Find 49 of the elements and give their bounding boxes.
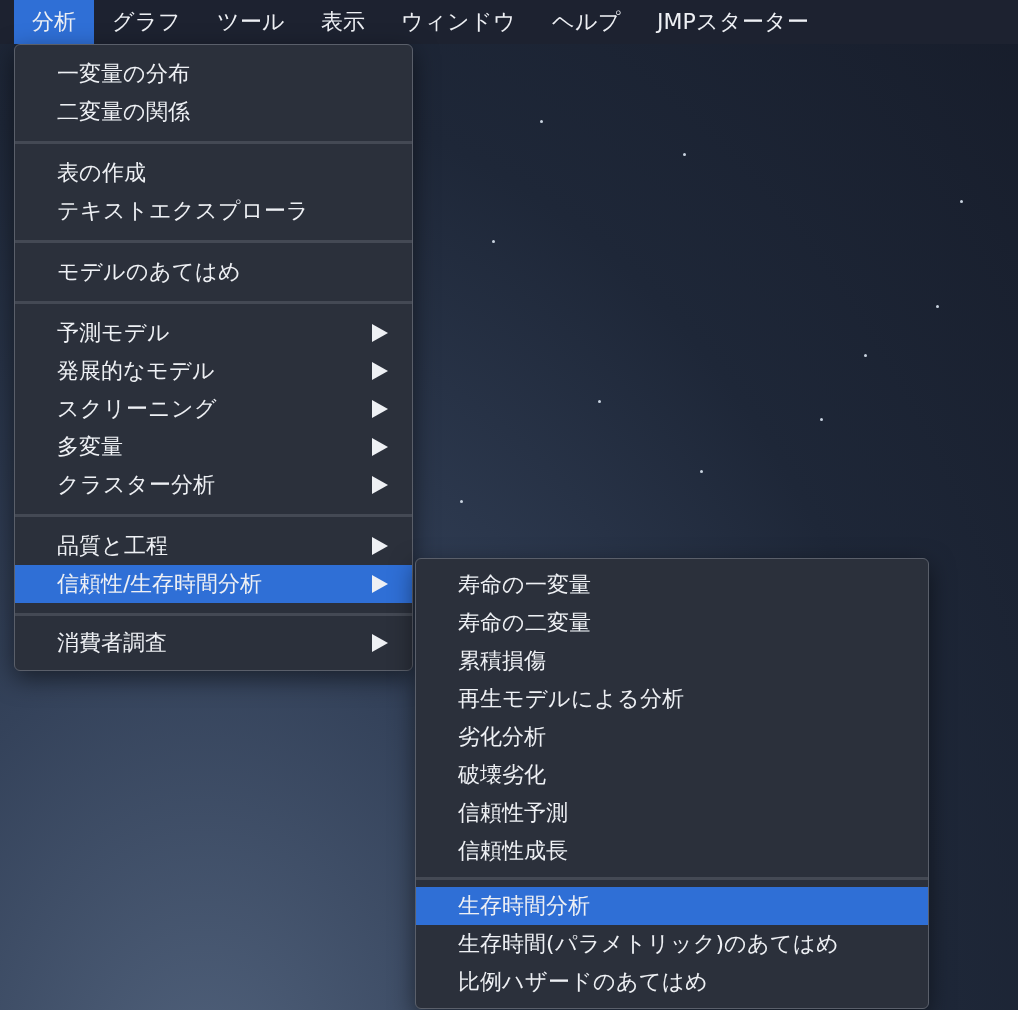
menu-bar-item[interactable]: ウィンドウ [383, 0, 534, 44]
star-dot [960, 200, 963, 203]
menu-item[interactable]: 再生モデルによる分析 [416, 680, 928, 718]
star-dot [598, 400, 601, 403]
star-dot [700, 470, 703, 473]
menu-item[interactable]: 信頼性/生存時間分析 [15, 565, 412, 603]
menu-bar-item[interactable]: ツール [199, 0, 303, 44]
menu-bar-item[interactable]: 分析 [14, 0, 94, 44]
menu-item[interactable]: 一変量の分布 [15, 55, 412, 93]
submenu-arrow-icon [372, 634, 388, 652]
menu-item[interactable]: 表の作成 [15, 154, 412, 192]
menu-item[interactable]: 発展的なモデル [15, 352, 412, 390]
menu-item[interactable]: 生存時間分析 [416, 887, 928, 925]
submenu-arrow-icon [372, 476, 388, 494]
star-dot [820, 418, 823, 421]
menu-item[interactable]: 生存時間(パラメトリック)のあてはめ [416, 925, 928, 963]
submenu-arrow-icon [372, 575, 388, 593]
star-dot [683, 153, 686, 156]
menu-item[interactable]: 劣化分析 [416, 718, 928, 756]
menu-item[interactable]: 二変量の関係 [15, 93, 412, 131]
menu-item[interactable]: モデルのあてはめ [15, 253, 412, 291]
menu-bar-item[interactable]: 表示 [303, 0, 383, 44]
submenu-arrow-icon [372, 400, 388, 418]
menu-bar-item[interactable]: JMPスターター [639, 0, 827, 44]
menu-item[interactable]: スクリーニング [15, 390, 412, 428]
star-dot [460, 500, 463, 503]
menu-item[interactable]: 比例ハザードのあてはめ [416, 963, 928, 1001]
submenu-arrow-icon [372, 438, 388, 456]
menu-bar-item[interactable]: ヘルプ [534, 0, 639, 44]
menu-item[interactable]: 寿命の二変量 [416, 604, 928, 642]
menu-item[interactable]: 信頼性予測 [416, 794, 928, 832]
menu-item[interactable]: 寿命の一変量 [416, 566, 928, 604]
menu-item[interactable]: クラスター分析 [15, 466, 412, 504]
star-dot [492, 240, 495, 243]
star-dot [540, 120, 543, 123]
menu-item[interactable]: 消費者調査 [15, 624, 412, 662]
submenu-arrow-icon [372, 537, 388, 555]
menu-item[interactable]: テキストエクスプローラ [15, 192, 412, 230]
star-dot [936, 305, 939, 308]
menu-item[interactable]: 信頼性成長 [416, 832, 928, 870]
menu-item[interactable]: 予測モデル [15, 314, 412, 352]
submenu-arrow-icon [372, 362, 388, 380]
menu-item[interactable]: 破壊劣化 [416, 756, 928, 794]
menu-item[interactable]: 累積損傷 [416, 642, 928, 680]
menu-item[interactable]: 多変量 [15, 428, 412, 466]
menu-item[interactable]: 品質と工程 [15, 527, 412, 565]
submenu-arrow-icon [372, 324, 388, 342]
menu-bar-item[interactable]: グラフ [94, 0, 199, 44]
star-dot [864, 354, 867, 357]
